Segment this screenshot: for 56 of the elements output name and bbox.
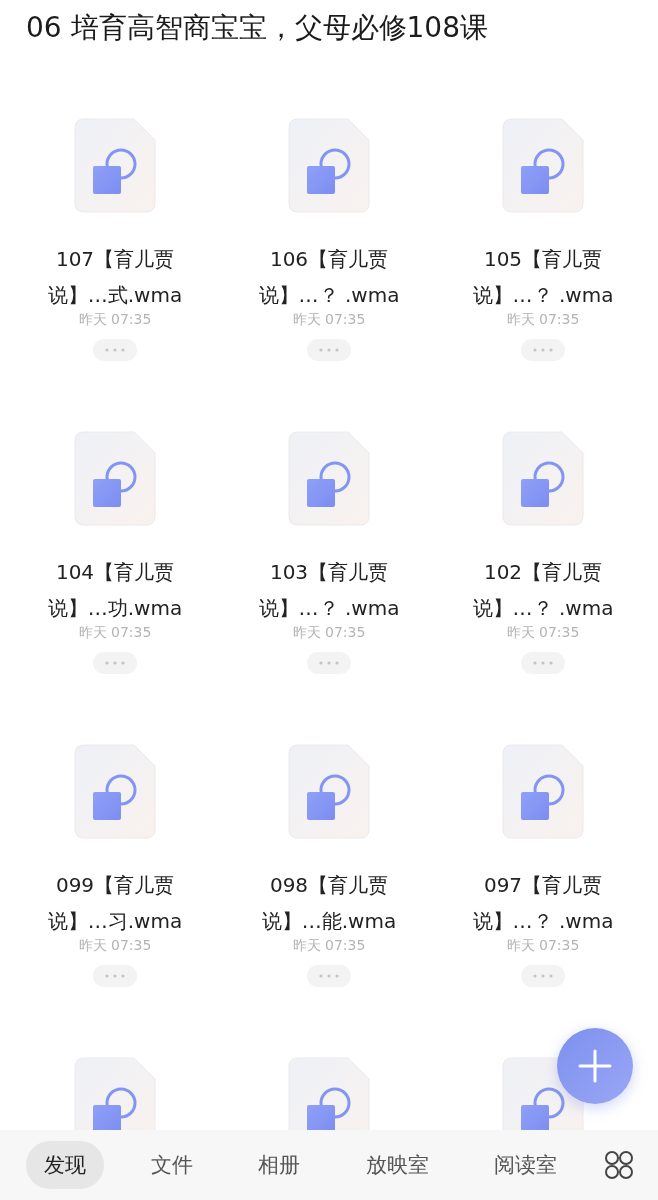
- more-icon: [319, 661, 339, 665]
- more-button[interactable]: [93, 339, 137, 361]
- file-name[interactable]: 103【育儿贾说】…？ .wma: [254, 554, 404, 626]
- audio-file-icon: [74, 744, 156, 839]
- audio-file-icon: [502, 431, 584, 526]
- audio-file-icon: [288, 118, 370, 213]
- nav-tab[interactable]: 放映室: [347, 1141, 447, 1189]
- more-button[interactable]: [307, 339, 351, 361]
- file-name[interactable]: 106【育儿贾说】…？ .wma: [254, 241, 404, 313]
- more-icon: [319, 348, 339, 352]
- file-time: 昨天 07:35: [78, 936, 152, 955]
- more-button[interactable]: [521, 965, 565, 987]
- audio-file-icon: [288, 744, 370, 839]
- file-name[interactable]: 105【育儿贾说】…？ .wma: [468, 241, 618, 313]
- more-icon: [105, 661, 125, 665]
- more-button[interactable]: [307, 652, 351, 674]
- more-icon: [105, 348, 125, 352]
- more-icon: [319, 974, 339, 978]
- file-time: 昨天 07:35: [506, 310, 580, 329]
- file-time: 昨天 07:35: [292, 936, 366, 955]
- more-icon: [533, 661, 553, 665]
- folder-title: 06 培育高智商宝宝，父母必修108课: [25, 10, 489, 46]
- file-time: 昨天 07:35: [506, 623, 580, 642]
- audio-file-icon: [288, 431, 370, 526]
- more-icon: [105, 974, 125, 978]
- nav-tab[interactable]: 发现: [26, 1141, 104, 1189]
- file-time: 昨天 07:35: [292, 623, 366, 642]
- more-icon: [533, 348, 553, 352]
- audio-file-icon: [74, 431, 156, 526]
- more-button[interactable]: [93, 965, 137, 987]
- file-name[interactable]: 102【育儿贾说】…？ .wma: [468, 554, 618, 626]
- nav-tab[interactable]: 相册: [240, 1141, 319, 1189]
- audio-file-icon: [502, 744, 584, 839]
- more-button[interactable]: [93, 652, 137, 674]
- apps-icon: [603, 1150, 634, 1180]
- file-name[interactable]: 104【育儿贾说】…功.wma: [40, 554, 190, 626]
- file-name[interactable]: 097【育儿贾说】…？ .wma: [468, 867, 618, 939]
- add-button[interactable]: [557, 1028, 633, 1104]
- file-name[interactable]: 098【育儿贾说】…能.wma: [254, 867, 404, 939]
- plus-icon: [578, 1049, 612, 1083]
- more-button[interactable]: [521, 652, 565, 674]
- nav-tab[interactable]: 阅读室: [475, 1141, 575, 1189]
- more-button[interactable]: [307, 965, 351, 987]
- file-name[interactable]: 107【育儿贾说】…式.wma: [40, 241, 190, 313]
- audio-file-icon: [74, 1057, 156, 1130]
- file-time: 昨天 07:35: [292, 310, 366, 329]
- audio-file-icon: [288, 1057, 370, 1130]
- audio-file-icon: [74, 118, 156, 213]
- more-icon: [533, 974, 553, 978]
- file-time: 昨天 07:35: [78, 623, 152, 642]
- file-time: 昨天 07:35: [78, 310, 152, 329]
- nav-tab[interactable]: 文件: [133, 1141, 212, 1189]
- audio-file-icon: [502, 118, 584, 213]
- file-name[interactable]: 099【育儿贾说】…习.wma: [40, 867, 190, 939]
- file-time: 昨天 07:35: [506, 936, 580, 955]
- more-button[interactable]: [521, 339, 565, 361]
